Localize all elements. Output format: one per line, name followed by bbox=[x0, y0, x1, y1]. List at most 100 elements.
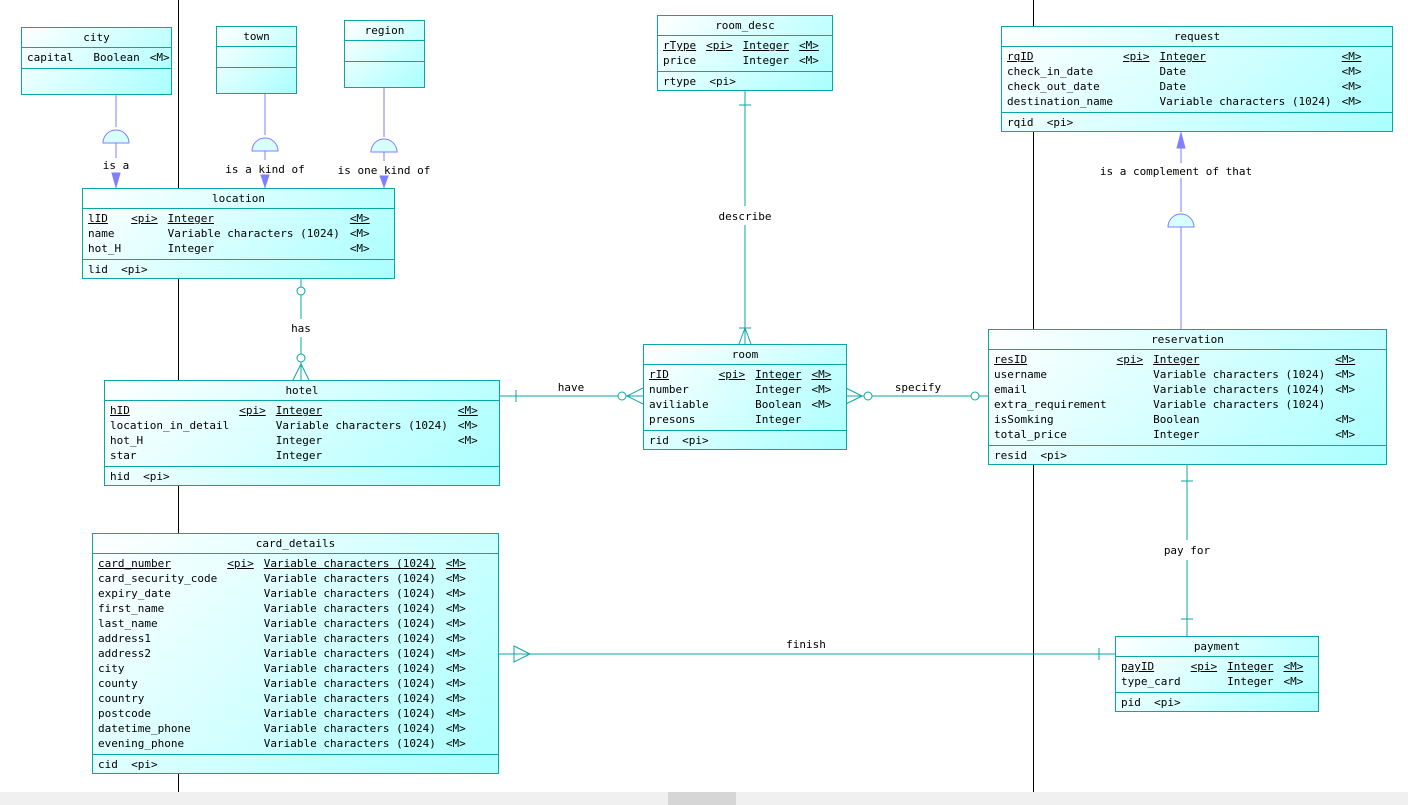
entity-card-details[interactable]: card_details card_number <pi> Variable char… bbox=[92, 533, 499, 774]
attribute-m: <M> bbox=[798, 54, 819, 67]
attribute-name: address2 bbox=[98, 647, 151, 660]
attribute-list: payID <pi> Integer <M> type_card Integer <M> bbox=[1116, 657, 1318, 693]
entity-room-desc[interactable]: room_desc rType <pi> Integer <M> price Integer… bbox=[657, 15, 833, 91]
attribute-row: username Variable characters (1024) <M> bbox=[994, 367, 1355, 382]
attribute-row: postcode Variable characters (1024) <M> bbox=[98, 706, 466, 721]
attribute-pi bbox=[1191, 674, 1228, 689]
link-label: have bbox=[558, 381, 585, 394]
entity-location[interactable]: location lID <pi> Integer <M> name Variable ch… bbox=[82, 188, 395, 279]
attribute-type: Variable characters (1024) bbox=[1153, 383, 1326, 396]
identifier-list bbox=[345, 62, 424, 66]
inheritance-reservation-request[interactable] bbox=[1167, 131, 1195, 329]
arrow-icon bbox=[1176, 131, 1186, 149]
attribute-name: datetime_phone bbox=[98, 722, 191, 735]
attribute-list: rID <pi> Integer <M> number Integer <M> aviliab… bbox=[644, 365, 846, 431]
attribute-m: <M> bbox=[445, 602, 466, 615]
attribute-pi bbox=[239, 433, 276, 448]
entity-title: town bbox=[217, 27, 296, 47]
attribute-row: name Variable characters (1024) <M> bbox=[88, 226, 370, 241]
attribute-list: lID <pi> Integer <M> name Variable characters… bbox=[83, 209, 394, 260]
attribute-row: check_out_date Date <M> bbox=[1007, 79, 1362, 94]
attribute-name: hID bbox=[110, 404, 130, 417]
attribute-list: capital Boolean <M> bbox=[22, 48, 171, 69]
identifier-list: pid <pi> bbox=[1116, 693, 1318, 712]
attribute-name: country bbox=[98, 692, 145, 705]
attribute-type: Integer bbox=[1159, 50, 1206, 63]
attribute-name: star bbox=[110, 449, 137, 462]
inheritance-symbol-icon bbox=[102, 129, 130, 144]
attribute-type: Variable characters (1024) bbox=[263, 707, 436, 720]
attribute-name: type_card bbox=[1121, 675, 1181, 688]
attribute-row: rqID <pi> Integer <M> bbox=[1007, 49, 1362, 64]
attribute-m: <M> bbox=[445, 632, 466, 645]
attribute-list: rqID <pi> Integer <M> check_in_date Date <M> ch… bbox=[1002, 47, 1392, 113]
attribute-name: evening_phone bbox=[98, 737, 185, 750]
attribute-row: rType <pi> Integer <M> bbox=[663, 38, 819, 53]
attribute-row: datetime_phone Variable characters (1024)… bbox=[98, 721, 466, 736]
attribute-type: Variable characters (1024) bbox=[263, 587, 436, 600]
inheritance-city-location[interactable] bbox=[102, 94, 130, 189]
attribute-row: rID <pi> Integer <M> bbox=[649, 367, 831, 382]
link-label: has bbox=[291, 322, 311, 335]
attribute-type: Variable characters (1024) bbox=[263, 737, 436, 750]
attribute-pi bbox=[1117, 427, 1154, 442]
link-label: finish bbox=[786, 638, 826, 651]
attribute-name: card_security_code bbox=[98, 572, 218, 585]
horizontal-scrollbar[interactable] bbox=[0, 792, 1408, 805]
attribute-m: <M> bbox=[445, 722, 466, 735]
attribute-row: total_price Integer <M> bbox=[994, 427, 1355, 442]
attribute-name: expiry_date bbox=[98, 587, 171, 600]
attribute-pi: <pi> bbox=[706, 39, 733, 52]
attribute-row: capital Boolean <M> bbox=[27, 50, 170, 65]
attribute-row: country Variable characters (1024) <M> bbox=[98, 691, 466, 706]
entity-reservation[interactable]: reservation resID <pi> Integer <M> username Va… bbox=[988, 329, 1387, 465]
attribute-m: <M> bbox=[1283, 675, 1304, 688]
attribute-m: <M> bbox=[1335, 383, 1356, 396]
attribute-m: <M> bbox=[149, 51, 170, 64]
scrollbar-thumb[interactable] bbox=[668, 792, 736, 805]
attribute-type: Integer bbox=[1153, 353, 1200, 366]
entity-request[interactable]: request rqID <pi> Integer <M> check_in_date Da… bbox=[1001, 26, 1393, 132]
entity-hotel[interactable]: hotel hID <pi> Integer <M> location_in_detail… bbox=[104, 380, 500, 486]
attribute-m: <M> bbox=[1335, 413, 1356, 426]
attribute-m: <M> bbox=[798, 39, 819, 52]
link-label: is one kind of bbox=[338, 164, 431, 177]
attribute-m: <M> bbox=[445, 692, 466, 705]
attribute-list bbox=[345, 41, 424, 62]
attribute-row: first_name Variable characters (1024) <M> bbox=[98, 601, 466, 616]
attribute-type: Variable characters (1024) bbox=[1153, 398, 1326, 411]
attribute-row: location_in_detail Variable characters (1… bbox=[110, 418, 478, 433]
attribute-row: last_name Variable characters (1024) <M> bbox=[98, 616, 466, 631]
attribute-type: Integer bbox=[755, 383, 802, 396]
attribute-row: number Integer <M> bbox=[649, 382, 831, 397]
attribute-name: price bbox=[663, 54, 697, 67]
attribute-type: Integer bbox=[275, 449, 323, 462]
attribute-pi bbox=[227, 601, 264, 616]
attribute-name: username bbox=[994, 368, 1047, 381]
attribute-type: Integer bbox=[755, 413, 802, 426]
entity-region[interactable]: region bbox=[344, 20, 425, 88]
attribute-name: resID bbox=[994, 353, 1028, 366]
attribute-pi bbox=[227, 721, 264, 736]
attribute-m: <M> bbox=[457, 404, 478, 417]
attribute-pi bbox=[227, 661, 264, 676]
attribute-pi bbox=[706, 53, 743, 68]
attribute-type: Variable characters (1024) bbox=[263, 647, 436, 660]
attribute-name: rqID bbox=[1007, 50, 1034, 63]
entity-city[interactable]: city capital Boolean <M> bbox=[21, 27, 172, 95]
attribute-list: hID <pi> Integer <M> location_in_detail Varia… bbox=[105, 401, 499, 467]
attribute-m: <M> bbox=[811, 383, 832, 396]
entity-town[interactable]: town bbox=[216, 26, 297, 94]
attribute-name: destination_name bbox=[1007, 95, 1113, 108]
attribute-type: Date bbox=[1159, 80, 1186, 93]
attribute-m: <M> bbox=[445, 737, 466, 750]
entity-title: hotel bbox=[105, 381, 499, 401]
attribute-type: Variable characters (1024) bbox=[263, 722, 436, 735]
identifier-list: rqid <pi> bbox=[1002, 113, 1392, 132]
entity-payment[interactable]: payment payID <pi> Integer <M> type_card Integ… bbox=[1115, 636, 1319, 712]
attribute-m: <M> bbox=[1341, 80, 1362, 93]
identifier: rtype <pi> bbox=[663, 75, 736, 88]
attribute-m bbox=[811, 412, 831, 427]
entity-room[interactable]: room rID <pi> Integer <M> number Integer <M> avi… bbox=[643, 344, 847, 450]
attribute-pi: <pi> bbox=[239, 404, 266, 417]
